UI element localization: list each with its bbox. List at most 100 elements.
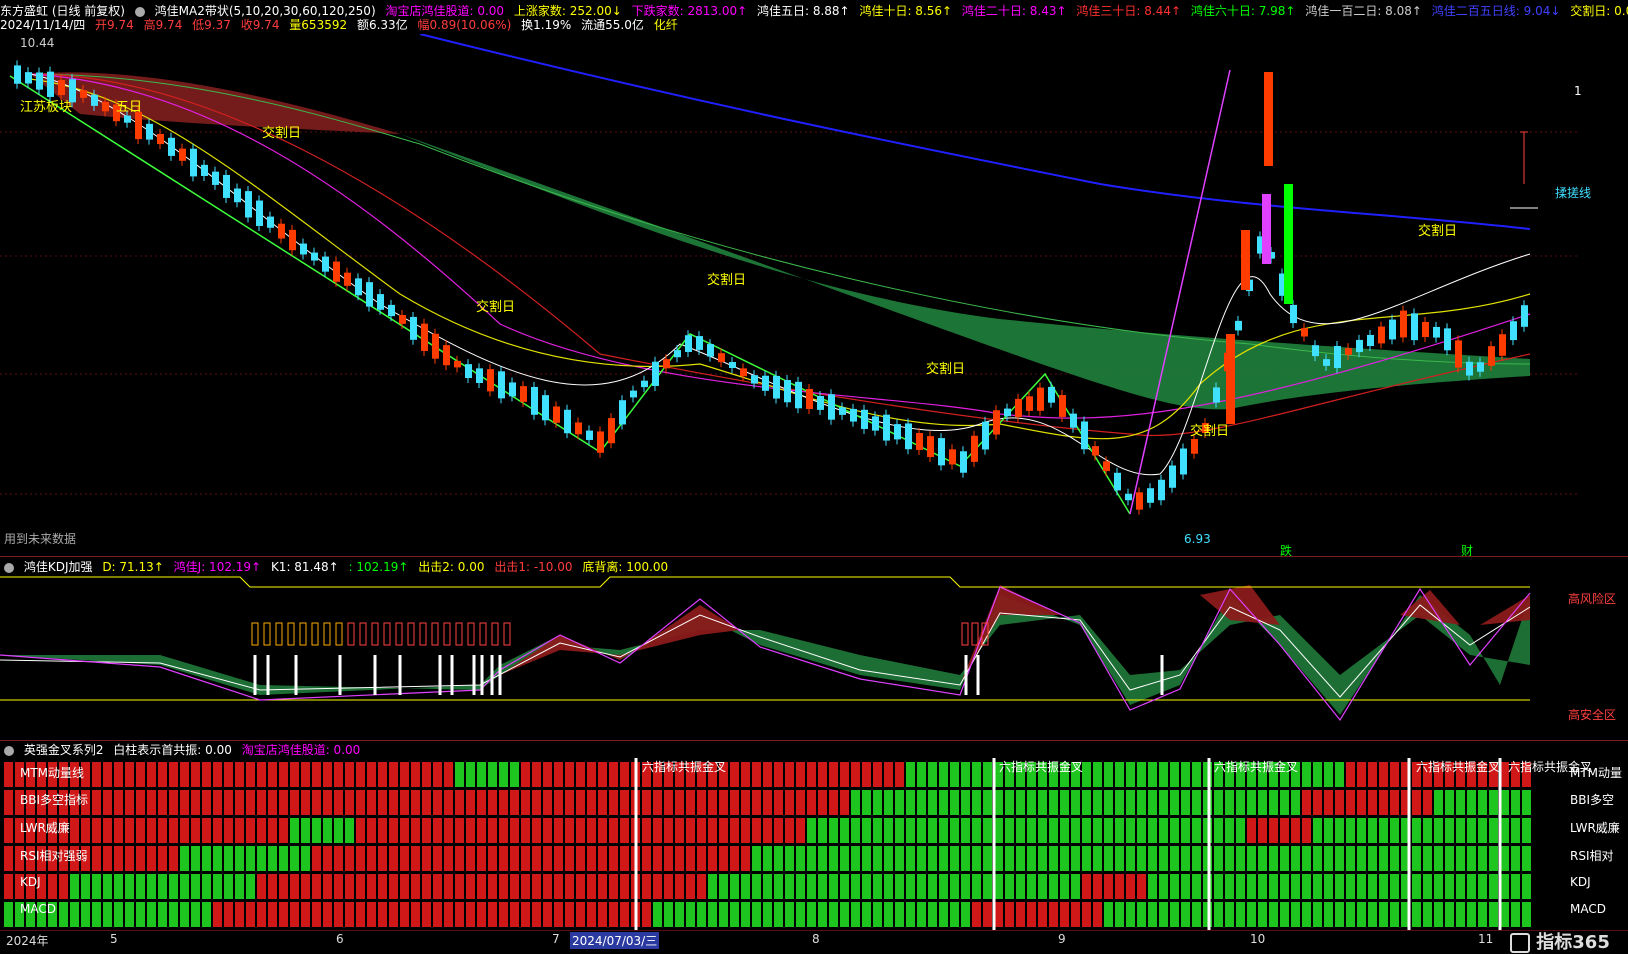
candlestick-chart[interactable] xyxy=(0,34,1580,554)
candle-body xyxy=(674,350,681,358)
candle-body xyxy=(234,188,241,203)
future-data-note: 用到未来数据 xyxy=(4,532,77,546)
candle-body xyxy=(564,409,571,434)
resonance-cell xyxy=(466,762,475,787)
resonance-cell xyxy=(257,902,266,927)
resonance-cell xyxy=(972,762,981,787)
main-indicator-name[interactable]: 鸿佳MA2带状(5,10,20,30,60,120,250) xyxy=(155,4,376,18)
resonance-cell xyxy=(1181,846,1190,871)
candle-body xyxy=(1433,326,1440,338)
resonance-cell xyxy=(1137,818,1146,843)
resonance-cell xyxy=(1236,818,1245,843)
candle-body xyxy=(597,431,604,453)
resonance-cell xyxy=(1379,846,1388,871)
resonance-cell xyxy=(202,902,211,927)
resonance-cell xyxy=(840,762,849,787)
resonance-cell xyxy=(598,790,607,815)
resonance-cell xyxy=(477,762,486,787)
candle-body xyxy=(344,272,351,286)
resonance-cell xyxy=(411,818,420,843)
axis-cursor-date[interactable]: 2024/07/03/三 xyxy=(570,932,660,949)
resonance-cell xyxy=(1445,902,1454,927)
resonance-cell xyxy=(675,902,684,927)
resonance-cell xyxy=(345,790,354,815)
candle-body xyxy=(476,368,483,383)
resonance-cell xyxy=(862,790,871,815)
resonance-cell xyxy=(422,762,431,787)
resonance-cell xyxy=(554,818,563,843)
candle-body xyxy=(322,256,329,272)
resonance-cell xyxy=(1049,902,1058,927)
resonance-cell xyxy=(928,790,937,815)
resonance-cell xyxy=(136,874,145,899)
candle-body xyxy=(300,243,307,255)
resonance-cell xyxy=(290,790,299,815)
kdj-k1: K1: 81.48↑ xyxy=(270,560,339,574)
resonance-cell xyxy=(1038,846,1047,871)
close-price: 收9.74 xyxy=(240,18,280,32)
resonance-cell xyxy=(620,790,629,815)
high-risk-label: 高风险区 xyxy=(1568,592,1617,606)
candle-body xyxy=(1455,340,1462,368)
resonance-title[interactable]: 英强金叉系列2 xyxy=(24,743,104,757)
resonance-cell xyxy=(609,790,618,815)
resonance-cell xyxy=(1445,846,1454,871)
resonance-cell xyxy=(246,790,255,815)
resonance-cell xyxy=(620,874,629,899)
resonance-cell xyxy=(1456,846,1465,871)
panel-separator-3 xyxy=(0,930,1628,931)
resonance-cell xyxy=(598,762,607,787)
resonance-cell xyxy=(829,818,838,843)
resonance-grid[interactable] xyxy=(0,758,1580,930)
resonance-cell xyxy=(279,902,288,927)
resonance-settings-icon[interactable] xyxy=(4,745,14,756)
resonance-cell xyxy=(1478,874,1487,899)
kdj-title[interactable]: 鸿佳KDJ加强 xyxy=(24,560,93,574)
resonance-cell xyxy=(411,762,420,787)
resonance-cell xyxy=(741,818,750,843)
resonance-cell xyxy=(1379,874,1388,899)
cross-day-label-1: 交割日 xyxy=(262,126,302,141)
resonance-cell xyxy=(895,790,904,815)
resonance-cell xyxy=(1258,902,1267,927)
resonance-cell xyxy=(884,874,893,899)
resonance-cell xyxy=(939,902,948,927)
resonance-cell xyxy=(1291,874,1300,899)
resonance-cell xyxy=(1148,762,1157,787)
resonance-cell xyxy=(752,874,761,899)
kdj-settings-icon[interactable] xyxy=(4,562,14,573)
resonance-cell xyxy=(675,790,684,815)
candle-body xyxy=(696,336,703,350)
resonance-cell xyxy=(1170,874,1179,899)
resonance-cell xyxy=(664,874,673,899)
resonance-cell xyxy=(1368,762,1377,787)
resonance-cell xyxy=(147,790,156,815)
resonance-cell xyxy=(103,874,112,899)
resonance-cell xyxy=(1324,902,1333,927)
settings-gear-icon[interactable] xyxy=(134,6,145,17)
candle-body xyxy=(1037,387,1044,411)
resonance-cell xyxy=(235,846,244,871)
resonance-cell xyxy=(1214,818,1223,843)
resonance-cell xyxy=(147,762,156,787)
candle-body xyxy=(1411,313,1418,341)
resonance-cell xyxy=(510,762,519,787)
resonance-cell xyxy=(752,762,761,787)
resonance-cell xyxy=(1445,818,1454,843)
kdj-chart[interactable] xyxy=(0,575,1580,740)
candle-body xyxy=(1510,321,1517,341)
stock-title[interactable]: 东方盛虹 (日线 前复权) xyxy=(0,4,125,18)
resonance-cell xyxy=(785,818,794,843)
resonance-cell xyxy=(345,902,354,927)
resonance-cell xyxy=(950,818,959,843)
resonance-cell xyxy=(169,762,178,787)
resonance-cell xyxy=(554,902,563,927)
resonance-cell xyxy=(345,818,354,843)
resonance-cell xyxy=(1269,790,1278,815)
resonance-cell xyxy=(1269,846,1278,871)
resonance-cell xyxy=(961,790,970,815)
resonance-cell xyxy=(378,846,387,871)
resonance-cell xyxy=(1434,846,1443,871)
sector[interactable]: 化纤 xyxy=(654,18,678,32)
resonance-cell xyxy=(389,874,398,899)
